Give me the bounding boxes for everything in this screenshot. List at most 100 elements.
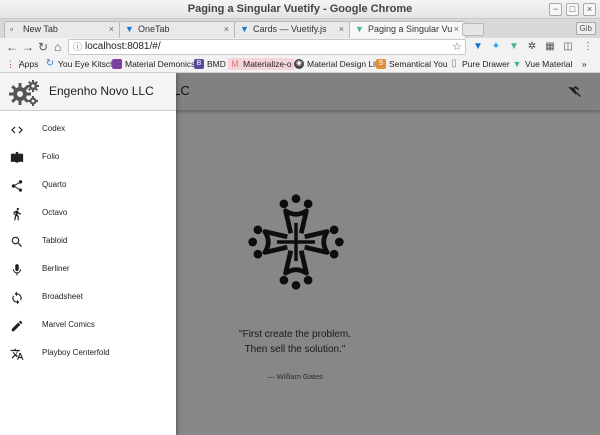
menu-item-berliner[interactable]: Berliner bbox=[0, 256, 176, 284]
new-tab-button[interactable] bbox=[462, 23, 484, 36]
menu-item-broadsheet[interactable]: Broadsheet bbox=[0, 284, 176, 312]
tab-new-tab[interactable]: ▫ New Tab × bbox=[4, 21, 121, 38]
mdl-icon: ◉ bbox=[294, 59, 304, 69]
address-bar[interactable]: ⓘ localhost:8081/#/ ☆ bbox=[68, 39, 466, 55]
grid-extension-icon[interactable]: ▦ bbox=[544, 41, 556, 53]
bookmark-you-eye-kitsch[interactable]: ↻ You Eye Kitsch bbox=[45, 58, 115, 70]
su-icon: S bbox=[376, 59, 386, 69]
drawer-header: Engenho Novo LLC bbox=[0, 73, 176, 111]
vuetify-extension-icon[interactable]: ▼ bbox=[472, 41, 484, 53]
onetab-icon: ▼ bbox=[125, 24, 134, 34]
bookmark-label: Apps bbox=[19, 59, 39, 69]
vue-icon: ▼ bbox=[355, 24, 364, 34]
vue-devtools-icon[interactable]: ▼ bbox=[508, 41, 520, 53]
menu-item-codex[interactable]: Codex bbox=[0, 116, 176, 144]
tab-label: OneTab bbox=[138, 24, 170, 34]
bookmark-semantical-you[interactable]: S Semantical You bbox=[376, 58, 448, 70]
menu-item-label: Quarto bbox=[42, 180, 67, 189]
address-url: localhost:8081/#/ bbox=[85, 41, 161, 52]
refresh-icon: ↻ bbox=[45, 58, 55, 69]
code-icon bbox=[11, 126, 23, 134]
bookmark-bmd[interactable]: B BMD bbox=[194, 58, 226, 70]
search-icon bbox=[11, 236, 22, 247]
back-icon[interactable]: ← bbox=[6, 39, 18, 55]
menu-item-playboy-centerfold[interactable]: Playboy Centerfold bbox=[0, 340, 176, 368]
close-icon[interactable]: × bbox=[454, 22, 459, 37]
company-name: Engenho Novo LLC bbox=[49, 84, 154, 98]
menu-item-quarto[interactable]: Quarto bbox=[0, 172, 176, 200]
blank-page-icon: ▫ bbox=[10, 24, 14, 34]
window-title: Paging a Singular Vuetify - Google Chrom… bbox=[187, 3, 413, 15]
menu-item-octavo[interactable]: Octavo bbox=[0, 200, 176, 228]
bookmark-pure-drawer[interactable]: ▯ Pure Drawer bbox=[449, 58, 510, 70]
bookmark-vue-material[interactable]: ▼ Vue Material bbox=[512, 58, 573, 70]
close-window-button[interactable]: × bbox=[583, 3, 596, 16]
menu-item-label: Octavo bbox=[42, 208, 68, 217]
share-icon bbox=[11, 180, 23, 192]
close-icon[interactable]: × bbox=[339, 22, 344, 37]
bookmark-label: Materialize-o bbox=[243, 59, 292, 69]
menu-item-tabloid[interactable]: Tabloid bbox=[0, 228, 176, 256]
tab-label: Cards — Vuetify.js bbox=[253, 24, 327, 34]
reload-icon[interactable]: ↻ bbox=[38, 39, 48, 55]
mic-icon bbox=[12, 264, 22, 276]
vue-icon: ▼ bbox=[512, 59, 522, 69]
window-controls: − □ × bbox=[549, 3, 596, 16]
navigation-drawer: Engenho Novo LLC Codex Folio Quarto Octa… bbox=[0, 73, 176, 435]
translate-icon bbox=[10, 348, 24, 360]
bookmark-label: Material Design Lite bbox=[307, 59, 383, 69]
gears-icon bbox=[9, 80, 39, 106]
twitter-extension-icon[interactable]: ✦ bbox=[490, 41, 502, 53]
tab-label: New Tab bbox=[23, 24, 58, 34]
menu-item-label: Berliner bbox=[42, 264, 70, 273]
menu-item-label: Folio bbox=[42, 152, 60, 161]
menu-item-label: Playboy Centerfold bbox=[42, 348, 110, 357]
tab-paging-singular-vuetify[interactable]: ▼ Paging a Singular Vu × bbox=[349, 21, 466, 38]
drawer-menu: Codex Folio Quarto Octavo Tabloid Berlin… bbox=[0, 116, 176, 368]
apps-grid-icon: ⋮⋮ bbox=[6, 59, 24, 69]
info-icon[interactable]: ⓘ bbox=[73, 40, 82, 54]
bookmark-label: Vue Material bbox=[525, 59, 573, 69]
book-icon bbox=[10, 151, 24, 163]
menu-item-marvel-comics[interactable]: Marvel Comics bbox=[0, 312, 176, 340]
tab-label: Paging a Singular Vu bbox=[368, 24, 453, 34]
window-titlebar: Paging a Singular Vuetify - Google Chrom… bbox=[0, 0, 600, 19]
bookmark-material-design-lite[interactable]: ◉ Material Design Lite bbox=[294, 58, 382, 70]
material-icon bbox=[112, 59, 122, 69]
bookmarks-overflow-button[interactable]: » bbox=[582, 58, 587, 70]
sync-icon bbox=[12, 291, 22, 305]
shield-extension-icon[interactable]: ◫ bbox=[562, 41, 574, 53]
bookmark-materialize[interactable]: M Materialize-o bbox=[228, 58, 294, 70]
bookmark-material-demonics[interactable]: Material Demonics bbox=[112, 58, 195, 70]
app-viewport: Novo LLC "First create the proble bbox=[0, 73, 600, 435]
minimize-button[interactable]: − bbox=[549, 3, 562, 16]
maximize-button[interactable]: □ bbox=[566, 3, 579, 16]
forward-icon[interactable]: → bbox=[22, 39, 34, 55]
close-icon[interactable]: × bbox=[109, 22, 114, 37]
bookmark-apps[interactable]: ⋮⋮ Apps bbox=[6, 58, 38, 70]
menu-item-label: Codex bbox=[42, 124, 66, 133]
home-icon[interactable]: ⌂ bbox=[54, 39, 61, 55]
tab-onetab[interactable]: ▼ OneTab × bbox=[119, 21, 236, 38]
bookmark-label: Material Demonics bbox=[125, 59, 196, 69]
bookmark-label: BMD bbox=[207, 59, 226, 69]
menu-icon[interactable]: ⋮ bbox=[582, 41, 594, 53]
page-icon: ▯ bbox=[451, 58, 457, 69]
menu-item-label: Marvel Comics bbox=[42, 320, 95, 329]
walk-icon bbox=[13, 207, 22, 221]
bookmark-label: You Eye Kitsch bbox=[58, 59, 115, 69]
tab-cards-vuetify[interactable]: ▼ Cards — Vuetify.js × bbox=[234, 21, 351, 38]
b-icon: B bbox=[194, 59, 204, 69]
materialize-icon: M bbox=[231, 59, 239, 69]
bookmark-label: Pure Drawer bbox=[462, 59, 510, 69]
profile-badge[interactable]: Gib bbox=[575, 22, 596, 35]
tab-strip: ▫ New Tab × ▼ OneTab × ▼ Cards — Vuetify… bbox=[0, 19, 600, 38]
extension-icon[interactable]: ✲ bbox=[526, 41, 538, 53]
pencil-icon bbox=[11, 320, 23, 332]
bookmarks-bar: ⋮⋮ Apps ↻ You Eye Kitsch Material Demoni… bbox=[0, 56, 600, 73]
menu-item-folio[interactable]: Folio bbox=[0, 144, 176, 172]
menu-item-label: Broadsheet bbox=[42, 292, 83, 301]
close-icon[interactable]: × bbox=[224, 22, 229, 37]
star-icon[interactable]: ☆ bbox=[452, 40, 462, 54]
vuetify-icon: ▼ bbox=[240, 24, 249, 34]
